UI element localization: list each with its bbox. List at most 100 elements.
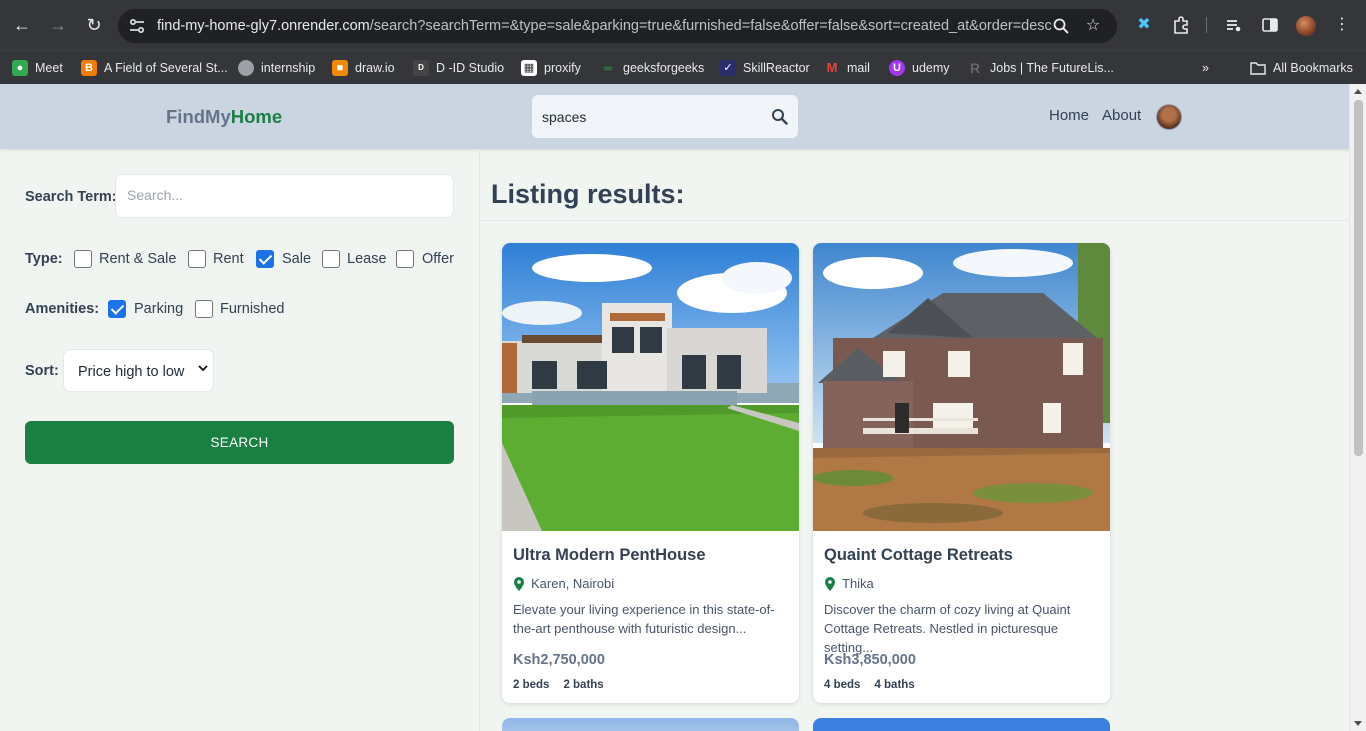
map-pin-icon xyxy=(514,576,524,591)
type-rent-sale-checkbox[interactable] xyxy=(74,250,92,268)
bookmark-udemy[interactable]: U udemy xyxy=(889,57,950,79)
bookmark-drawio[interactable]: ■ draw.io xyxy=(332,57,395,79)
results-heading: Listing results: xyxy=(491,179,685,209)
listing-card[interactable]: Ultra Modern PentHouse Karen, Nairobi El… xyxy=(502,243,799,703)
bookmark-geeksforgeeks[interactable]: ∞ geeksforgeeks xyxy=(600,57,705,79)
listing-photo[interactable] xyxy=(813,243,1110,531)
bookmark-blogger[interactable]: B A Field of Several St... xyxy=(81,57,228,79)
listing-photo[interactable] xyxy=(502,243,799,531)
nav-home-link[interactable]: Home xyxy=(1049,107,1089,124)
listing-card-partial[interactable] xyxy=(813,718,1110,731)
type-rent-checkbox[interactable] xyxy=(188,250,206,268)
bookmark-mail[interactable]: M mail xyxy=(824,57,870,79)
amenity-furnished-label: Furnished xyxy=(220,301,285,317)
results-panel: Listing results: Ultra Modern PentHouse … xyxy=(481,149,1349,731)
bookmarks-bar: ● Meet B A Field of Several St... intern… xyxy=(0,50,1366,84)
user-avatar[interactable] xyxy=(1156,104,1182,130)
site-settings-icon[interactable] xyxy=(128,17,146,35)
bookmark-label: draw.io xyxy=(355,61,395,75)
listing-location: Thika xyxy=(824,576,874,591)
extensions-puzzle-icon[interactable] xyxy=(1171,15,1191,35)
site-logo[interactable]: FindMyHome xyxy=(166,106,282,128)
sort-label: Sort: xyxy=(25,363,59,379)
bookmark-label: A Field of Several St... xyxy=(104,61,228,75)
globe-icon xyxy=(238,60,254,76)
forward-arrow-icon[interactable]: → xyxy=(45,12,71,38)
bookmark-futurelist[interactable]: R Jobs | The FutureLis... xyxy=(967,57,1114,79)
listing-baths: 4 baths xyxy=(874,679,915,691)
bookmark-label: SkillReactor xyxy=(743,61,810,75)
listing-beds: 4 beds xyxy=(824,679,861,691)
all-bookmarks-label: All Bookmarks xyxy=(1273,61,1353,75)
results-divider xyxy=(481,220,1349,221)
skillreactor-icon: ✓ xyxy=(720,60,736,76)
udemy-icon: U xyxy=(889,60,905,76)
site-header: FindMyHome Home About xyxy=(0,84,1349,149)
type-rent-label: Rent xyxy=(213,251,244,267)
media-queue-icon[interactable] xyxy=(1224,15,1244,35)
url-text[interactable]: find-my-home-gly7.onrender.com/search?se… xyxy=(157,18,1052,34)
bookmark-meet[interactable]: ● Meet xyxy=(12,57,63,79)
bookmark-label: Jobs | The FutureLis... xyxy=(990,61,1114,75)
type-sale-checkbox[interactable] xyxy=(256,250,274,268)
side-panel-icon[interactable] xyxy=(1260,15,1280,35)
listing-title[interactable]: Quaint Cottage Retreats xyxy=(824,546,1013,565)
profile-avatar-icon[interactable] xyxy=(1296,16,1316,36)
listing-location: Karen, Nairobi xyxy=(513,576,614,591)
bookmark-did-studio[interactable]: D D -ID Studio xyxy=(413,57,504,79)
listing-title[interactable]: Ultra Modern PentHouse xyxy=(513,546,706,565)
bookmark-label: udemy xyxy=(912,61,950,75)
search-term-field xyxy=(115,174,454,218)
type-lease-checkbox[interactable] xyxy=(322,250,340,268)
amenity-furnished-checkbox[interactable] xyxy=(195,300,213,318)
address-bar[interactable]: find-my-home-gly7.onrender.com/search?se… xyxy=(118,9,1117,43)
nav-about-link[interactable]: About xyxy=(1102,107,1141,124)
listing-description: Discover the charm of cozy living at Qua… xyxy=(824,602,1071,655)
reload-icon[interactable]: ↻ xyxy=(81,12,107,38)
bookmark-star-icon[interactable]: ☆ xyxy=(1084,17,1102,35)
bookmark-skillreactor[interactable]: ✓ SkillReactor xyxy=(720,57,810,79)
listing-location-text: Karen, Nairobi xyxy=(531,576,615,591)
listing-card-partial[interactable] xyxy=(502,718,799,731)
type-rent-sale-label: Rent & Sale xyxy=(99,251,177,267)
listing-card[interactable]: Quaint Cottage Retreats Thika Discover t… xyxy=(813,243,1110,703)
listing-location-text: Thika xyxy=(842,576,874,591)
zoom-search-icon[interactable] xyxy=(1052,17,1070,35)
listing-description: Elevate your living experience in this s… xyxy=(513,602,775,636)
type-offer-label: Offer xyxy=(422,251,454,267)
back-arrow-icon[interactable]: ← xyxy=(9,12,35,38)
sort-select[interactable]: Price high to low xyxy=(63,349,214,392)
listing-baths: 2 baths xyxy=(563,679,604,691)
bookmark-label: proxify xyxy=(544,61,581,75)
gfg-icon: ∞ xyxy=(603,61,613,75)
scroll-down-arrow-icon[interactable] xyxy=(1354,721,1362,726)
chevron-down-icon xyxy=(198,365,208,372)
proxify-icon: ▦ xyxy=(521,60,537,76)
bookmark-label: geeksforgeeks xyxy=(623,61,705,75)
menu-kebab-icon[interactable]: ⋮ xyxy=(1332,15,1352,35)
header-search xyxy=(532,95,798,138)
bookmark-proxify[interactable]: ▦ proxify xyxy=(521,57,581,79)
futurelist-icon: R xyxy=(969,60,981,76)
page-scrollbar[interactable] xyxy=(1349,84,1366,731)
search-button[interactable]: SEARCH xyxy=(25,421,454,464)
bookmark-internship[interactable]: internship xyxy=(238,57,315,79)
bookmarks-overflow-chevron-icon[interactable]: » xyxy=(1202,57,1209,79)
map-pin-icon xyxy=(825,576,835,591)
amenities-label: Amenities: xyxy=(25,301,100,317)
meet-icon: ● xyxy=(12,60,28,76)
bookmark-label: mail xyxy=(847,61,870,75)
header-search-input[interactable] xyxy=(542,105,762,129)
all-bookmarks[interactable]: All Bookmarks xyxy=(1250,57,1353,79)
search-icon[interactable] xyxy=(771,108,788,125)
search-term-label: Search Term: xyxy=(25,189,117,205)
extension-icon[interactable]: ✖ xyxy=(1134,15,1154,35)
scrollbar-thumb[interactable] xyxy=(1354,100,1363,456)
amenity-parking-checkbox[interactable] xyxy=(108,300,126,318)
folder-icon xyxy=(1250,62,1266,75)
bookmark-label: Meet xyxy=(35,61,63,75)
search-term-input[interactable] xyxy=(127,187,427,203)
browser-toolbar: ← → ↻ find-my-home-gly7.onrender.com/sea… xyxy=(0,0,1366,50)
type-offer-checkbox[interactable] xyxy=(396,250,414,268)
scroll-up-arrow-icon[interactable] xyxy=(1354,89,1362,94)
